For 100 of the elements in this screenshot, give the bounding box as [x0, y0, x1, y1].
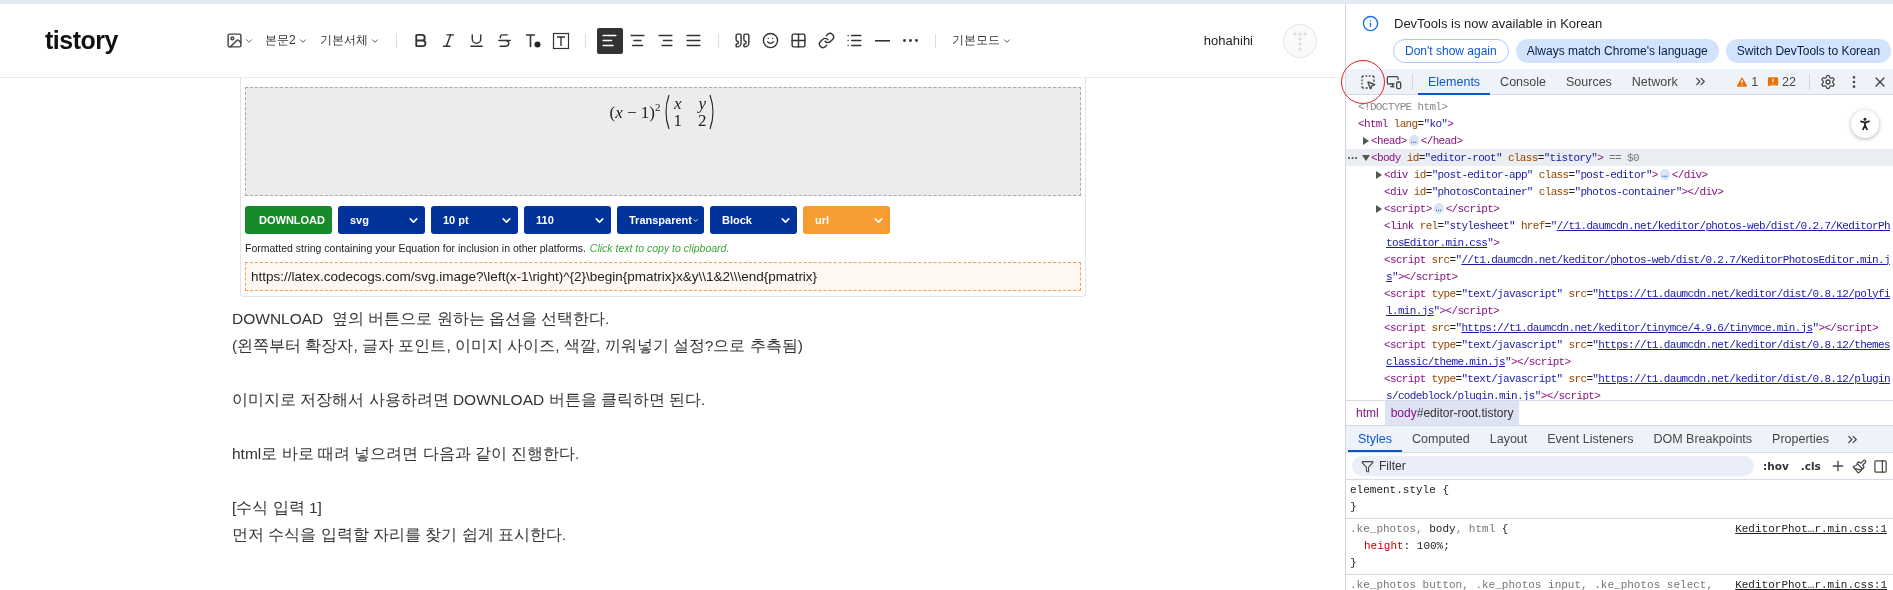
collapsed-chip[interactable]: … [1433, 203, 1444, 214]
styles-tab[interactable]: Styles [1348, 426, 1403, 452]
notice-button[interactable]: Don't show again [1393, 39, 1509, 63]
styles-tab[interactable]: Layout [1479, 426, 1538, 452]
download-button[interactable]: DOWNLOAD [245, 206, 332, 234]
notice-button[interactable]: Always match Chrome's language [1515, 39, 1719, 63]
align-right-icon [657, 32, 675, 49]
expanded-arrow-icon[interactable] [1362, 153, 1370, 162]
option-select[interactable]: Transparent [617, 206, 704, 234]
styles-tab[interactable]: Properties [1762, 426, 1840, 452]
collapsed-arrow-icon[interactable] [1375, 204, 1383, 213]
smile-icon [762, 32, 780, 49]
styles-tab[interactable]: DOM Breakpoints [1643, 426, 1763, 452]
list-icon [846, 32, 864, 49]
styles-tab[interactable]: Event Listeners [1537, 426, 1644, 452]
collapsed-arrow-icon[interactable] [1362, 136, 1370, 145]
code-link[interactable]: //t1.daumcdn.net/keditor/photos-web/dist/0.2.7/KeditorPhotosEditor.min.j [1461, 253, 1890, 266]
issue-icon [1766, 74, 1781, 89]
notice-button[interactable]: Switch DevTools to Korean [1725, 39, 1892, 63]
filter-field[interactable]: Filter [1352, 456, 1754, 476]
accessibility-button[interactable] [1851, 110, 1879, 138]
devtools-tab[interactable]: Elements [1418, 68, 1491, 95]
source-link[interactable]: KeditorPhot…r.min.css:1 [1735, 577, 1887, 590]
collapsed-chip[interactable]: … [1659, 169, 1670, 180]
dom-row[interactable]: <script> … </script> [1346, 200, 1893, 217]
dom-row[interactable]: <script src="//t1.daumcdn.net/keditor/photos-web/dist/0.2.7/KeditorPhotosEditor.min.j s"></script> [1346, 251, 1893, 285]
link-icon [818, 32, 836, 49]
style-toggle[interactable]: .cls [1797, 460, 1824, 472]
dropdown-menu[interactable]: 기본서체 [314, 27, 385, 54]
inspect-icon [1360, 73, 1376, 90]
url-text-box[interactable]: https://latex.codecogs.com/svg.image?\left(x-1\right)^{2}\begin{pmatrix}x&y\\1&2\\\end{pmatrix} [245, 262, 1081, 291]
code-text: <script> [1384, 202, 1432, 215]
code-link[interactable]: https://t1.daumcdn.net/keditor/dist/0.8.12/polyfi [1598, 287, 1890, 300]
horizontal-line-icon [875, 39, 891, 42]
dom-row[interactable]: <div id="photosContainer" class="photos-container"></div> [1346, 183, 1893, 200]
highlight-icon [551, 31, 570, 50]
style-toggle[interactable]: :hov [1760, 460, 1792, 472]
dom-row[interactable]: <head> … </head> [1346, 132, 1893, 149]
code-link[interactable]: s [1386, 270, 1392, 283]
devtools-tab[interactable]: Console [1490, 68, 1556, 95]
devtools-tab[interactable]: Network [1621, 68, 1688, 95]
option-select[interactable]: 110 [524, 206, 611, 234]
quote-icon [734, 32, 752, 49]
dom-row[interactable]: <script type="text/javascript" src="https://t1.daumcdn.net/keditor/dist/0.8.12/polyfi l.min.js"></script> [1346, 285, 1893, 319]
css-selector: element.style { [1350, 483, 1450, 498]
code-text: "></script> [1391, 270, 1458, 283]
code-link[interactable]: classic/theme.min.js [1386, 355, 1506, 368]
code-link[interactable]: tosEditor.min.css [1386, 236, 1488, 249]
styles-tab[interactable]: Computed [1402, 426, 1480, 452]
option-select[interactable]: 10 pt [431, 206, 518, 234]
dropdown-menu[interactable]: 본문2 [259, 27, 313, 54]
person-icon [1857, 115, 1873, 133]
right-paren-icon [709, 94, 717, 130]
code-text: "></script> [1433, 304, 1500, 317]
logo[interactable]: tistory [45, 26, 118, 55]
dropdown-menu[interactable]: 기본모드 [946, 27, 1017, 54]
code-link[interactable]: //t1.daumcdn.net/keditor/photos-web/dist/0.2.7/KeditorPh [1556, 219, 1890, 232]
dom-row[interactable]: <script type="text/javascript" src="https://t1.daumcdn.net/keditor/dist/0.8.12/themes classic/theme.min.js"></script> [1346, 336, 1893, 370]
devtools-tab[interactable]: Sources [1556, 68, 1622, 95]
code-text: <link rel="stylesheet" href=" [1384, 219, 1557, 232]
code-text: <script src=" [1384, 321, 1462, 334]
code-link[interactable]: https://t1.daumcdn.net/keditor/dist/0.8.12/themes [1598, 338, 1890, 351]
code-text: "> [1487, 236, 1500, 249]
align-left-button[interactable] [596, 27, 623, 54]
dom-row[interactable]: <script src="https://t1.daumcdn.net/keditor/tinymce/4.9.6/tinymce.min.js"></script> [1346, 319, 1893, 336]
code-text: <!DOCTYPE html> [1358, 100, 1448, 113]
dom-row[interactable]: <script type="text/javascript" src="https://t1.daumcdn.net/keditor/dist/0.8.12/plugin s/codeblock/plugin.min.js"></script> [1346, 370, 1893, 400]
css-declaration[interactable]: height: 100%; [1350, 538, 1887, 555]
code-text: <body id="editor-root" class="tistory"> == $0 [1371, 151, 1639, 164]
option-select[interactable]: Block [710, 206, 797, 234]
image-icon [225, 32, 243, 49]
user-name[interactable]: hohahihi [1203, 33, 1253, 48]
warning-counter[interactable]: 1 [1735, 74, 1759, 89]
code-text: <script type="text/javascript" src=" [1384, 287, 1599, 300]
code-link[interactable]: https://t1.daumcdn.net/keditor/dist/0.8.12/plugin [1598, 372, 1890, 385]
matrix-cell: 2 [698, 112, 707, 129]
issue-counter[interactable]: 22 [1766, 74, 1796, 89]
warning-icon [1735, 74, 1750, 89]
code-text: <head> [1371, 134, 1407, 147]
code-text: <script src=" [1384, 253, 1462, 266]
collapsed-chip[interactable]: … [1408, 135, 1419, 146]
code-link[interactable]: s/codeblock/plugin.min.js [1386, 389, 1535, 400]
dom-row[interactable]: <html lang="ko"> [1346, 115, 1893, 132]
settings-icon [1820, 73, 1836, 90]
breadcrumb[interactable]: body#editor-root.tistory [1384, 401, 1520, 425]
source-link[interactable]: KeditorPhot…r.min.css:1 [1735, 521, 1887, 538]
dom-row[interactable]: <!DOCTYPE html> [1346, 98, 1893, 115]
dom-row[interactable]: <body id="editor-root" class="tistory"> == $0 [1346, 149, 1893, 166]
closing-brace: } [1350, 556, 1358, 571]
code-link[interactable]: l.min.js [1386, 304, 1434, 317]
dom-row[interactable]: <link rel="stylesheet" href="//t1.daumcdn.net/keditor/photos-web/dist/0.2.7/KeditorPh tosEditor.min.css"> [1346, 217, 1893, 251]
panel-icon [1872, 458, 1888, 474]
breadcrumb[interactable]: html [1350, 401, 1385, 425]
collapsed-arrow-icon[interactable] [1375, 170, 1383, 179]
dots-icon [1292, 30, 1308, 51]
code-text: </head> [1420, 134, 1463, 147]
dom-row[interactable]: <div id="post-editor-app" class="post-editor"> … </div> [1346, 166, 1893, 183]
code-link[interactable]: https://t1.daumcdn.net/keditor/tinymce/4.9.6/tinymce.min.js [1461, 321, 1813, 334]
option-select[interactable]: svg [338, 206, 425, 234]
filter-icon [1361, 460, 1374, 473]
